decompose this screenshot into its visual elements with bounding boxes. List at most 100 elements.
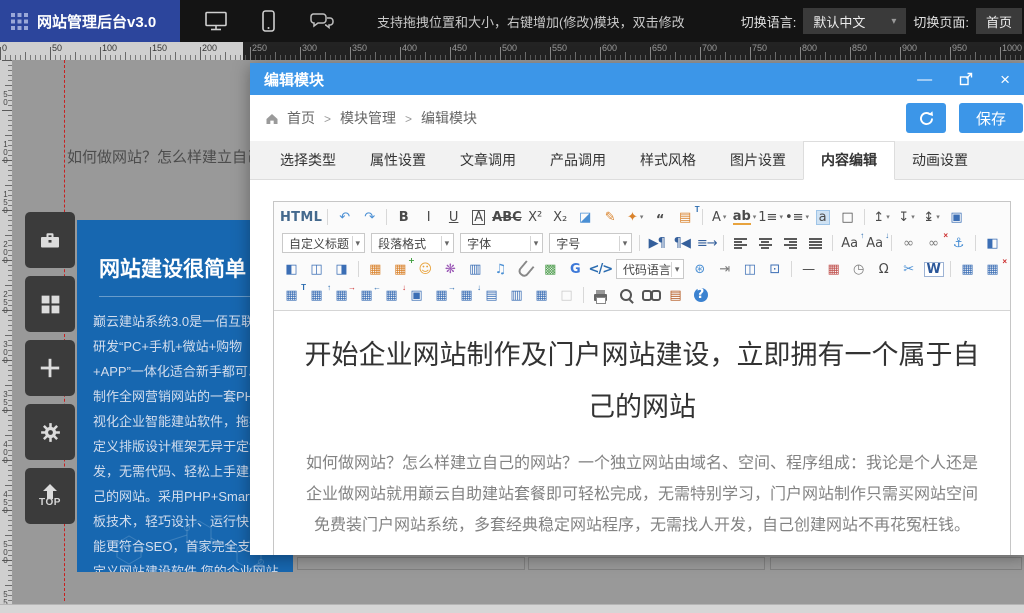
tab-select-type[interactable]: 选择类型 bbox=[263, 141, 353, 179]
print-icon[interactable] bbox=[588, 285, 613, 306]
mobile-preview-icon[interactable] bbox=[262, 10, 275, 32]
superscript-icon[interactable]: X² bbox=[523, 207, 548, 228]
tab-content-edit[interactable]: 内容编辑 bbox=[803, 141, 895, 180]
google-map-icon[interactable]: G bbox=[563, 259, 588, 280]
delete-row-icon[interactable]: ▦→ bbox=[329, 285, 354, 306]
scrawl-icon[interactable]: ❋ bbox=[438, 259, 463, 280]
toolbox-button[interactable] bbox=[25, 212, 75, 268]
module-placeholder[interactable] bbox=[528, 557, 765, 570]
paragraph-space-top-icon[interactable]: ↥▾ bbox=[869, 207, 894, 228]
align-right-icon[interactable] bbox=[778, 233, 803, 254]
paste-text-icon[interactable]: ▤T bbox=[673, 207, 698, 228]
tab-animation-settings[interactable]: 动画设置 bbox=[895, 141, 985, 179]
image-align-center-icon[interactable]: ◫ bbox=[304, 259, 329, 280]
tab-image-settings[interactable]: 图片设置 bbox=[713, 141, 803, 179]
line-height-icon[interactable]: ↨▾ bbox=[919, 207, 944, 228]
insert-column-icon[interactable]: ▦← bbox=[354, 285, 379, 306]
screen-projection-icon[interactable]: ⊡ bbox=[762, 259, 787, 280]
save-button[interactable]: 保存 bbox=[959, 103, 1023, 133]
rtl-icon[interactable]: ¶◀ bbox=[669, 233, 694, 254]
maximize-icon[interactable] bbox=[959, 72, 973, 86]
attachment-icon[interactable] bbox=[513, 259, 538, 280]
indent-icon[interactable]: ≡→ bbox=[694, 233, 719, 254]
module-placeholder[interactable] bbox=[770, 557, 1022, 570]
font-color-icon[interactable]: A▾ bbox=[707, 207, 732, 228]
web-app-icon[interactable]: ⊛ bbox=[687, 259, 712, 280]
tab-product-call[interactable]: 产品调用 bbox=[533, 141, 623, 179]
photo-album-icon[interactable]: ▦+ bbox=[388, 259, 413, 280]
editor-body[interactable]: 开始企业网站制作及门户网站建设，立即拥有一个属于自己的网站 如何做网站？怎么样建… bbox=[274, 311, 1010, 541]
auto-select-icon[interactable]: a bbox=[810, 207, 835, 228]
image-align-right-icon[interactable]: ◨ bbox=[329, 259, 354, 280]
breadcrumb-item[interactable]: 模块管理 bbox=[340, 110, 396, 126]
delete-column-icon[interactable]: ▦↓ bbox=[379, 285, 404, 306]
ordered-list-icon[interactable]: 1≡▾ bbox=[757, 207, 784, 228]
source-code-icon[interactable]: HTML bbox=[279, 207, 323, 228]
back-to-top-button[interactable]: TOP bbox=[25, 468, 75, 524]
add-module-button[interactable] bbox=[25, 340, 75, 396]
code-language-select[interactable]: 代码语言▾ bbox=[616, 259, 685, 279]
module-placeholder[interactable] bbox=[297, 557, 525, 570]
chat-icon[interactable] bbox=[309, 10, 335, 32]
breadcrumb-item[interactable]: 编辑模块 bbox=[421, 110, 477, 126]
blockquote-icon[interactable]: “ bbox=[648, 207, 673, 228]
auto-typeset-icon[interactable]: ✦▾ bbox=[623, 207, 648, 228]
word-import-icon[interactable]: W bbox=[921, 259, 946, 280]
baidu-map-icon[interactable]: ▩ bbox=[538, 259, 563, 280]
bold-icon[interactable]: B bbox=[391, 207, 416, 228]
strikethrough-icon[interactable]: ABC bbox=[491, 207, 523, 228]
insert-image-icon[interactable]: ▦ bbox=[363, 259, 388, 280]
breadcrumb-item[interactable]: 首页 bbox=[287, 110, 315, 126]
unordered-list-icon[interactable]: •≡▾ bbox=[784, 207, 810, 228]
subscript-icon[interactable]: X₂ bbox=[548, 207, 573, 228]
desktop-preview-icon[interactable] bbox=[204, 10, 228, 32]
format-brush-icon[interactable]: ✎ bbox=[598, 207, 623, 228]
italic-icon[interactable]: I bbox=[416, 207, 441, 228]
insert-video-icon[interactable]: ▥ bbox=[463, 259, 488, 280]
modules-button[interactable] bbox=[25, 276, 75, 332]
tab-article-call[interactable]: 文章调用 bbox=[443, 141, 533, 179]
fullscreen-icon[interactable]: ▣ bbox=[944, 207, 969, 228]
help-icon[interactable]: ? bbox=[688, 285, 713, 306]
dialog-header[interactable]: 编辑模块 — × bbox=[250, 63, 1024, 95]
clipboard-icon[interactable]: ▤ bbox=[663, 285, 688, 306]
paragraph-format-select[interactable]: 段落格式▾ bbox=[371, 233, 454, 253]
split-rows-icon[interactable]: ▤ bbox=[479, 285, 504, 306]
insert-code-icon[interactable]: </> bbox=[588, 259, 613, 280]
merge-right-icon[interactable]: ▦→ bbox=[429, 285, 454, 306]
insert-table-icon[interactable]: ▦ bbox=[955, 259, 980, 280]
page-break-icon[interactable]: ⇥ bbox=[712, 259, 737, 280]
insert-row-icon[interactable]: ▦↑ bbox=[304, 285, 329, 306]
highlight-color-icon[interactable]: ab▾ bbox=[732, 207, 758, 228]
horizontal-rule-icon[interactable]: — bbox=[796, 259, 821, 280]
font-family-select[interactable]: 字体▾ bbox=[460, 233, 543, 253]
underline-icon[interactable]: U bbox=[441, 207, 466, 228]
undo-icon[interactable]: ↶ bbox=[332, 207, 357, 228]
table-caption-icon[interactable]: ▦T bbox=[279, 285, 304, 306]
new-page-icon[interactable]: □ bbox=[835, 207, 860, 228]
refresh-button[interactable] bbox=[906, 103, 946, 133]
anchor-icon[interactable]: ⚓ bbox=[946, 233, 971, 254]
tab-style[interactable]: 样式风格 bbox=[623, 141, 713, 179]
remove-format-icon[interactable]: ◪ bbox=[573, 207, 598, 228]
language-select[interactable]: 默认中文 ▾ bbox=[803, 8, 906, 34]
split-cells-icon[interactable]: ▦ bbox=[529, 285, 554, 306]
insert-music-icon[interactable]: ♫ bbox=[488, 259, 513, 280]
text-wrap-icon[interactable]: ◧ bbox=[980, 233, 1005, 254]
char-border-icon[interactable]: A bbox=[466, 207, 491, 228]
settings-button[interactable] bbox=[25, 404, 75, 460]
link-icon[interactable]: ∞ bbox=[896, 233, 921, 254]
insert-date-icon[interactable]: ▦ bbox=[821, 259, 846, 280]
delete-table-icon[interactable]: ▦× bbox=[980, 259, 1005, 280]
align-center-icon[interactable] bbox=[753, 233, 778, 254]
align-justify-icon[interactable] bbox=[803, 233, 828, 254]
insert-time-icon[interactable]: ◷ bbox=[846, 259, 871, 280]
close-icon[interactable]: × bbox=[1000, 71, 1010, 88]
horizontal-scrollbar[interactable] bbox=[0, 604, 1024, 613]
page-select[interactable]: 首页 bbox=[976, 8, 1022, 34]
find-replace-icon[interactable] bbox=[638, 285, 663, 306]
tab-attribute-settings[interactable]: 属性设置 bbox=[353, 141, 443, 179]
to-lowercase-icon[interactable]: Aa↓ bbox=[862, 233, 887, 254]
ltr-icon[interactable]: ▶¶ bbox=[644, 233, 669, 254]
insert-iframe-icon[interactable]: ◫ bbox=[737, 259, 762, 280]
